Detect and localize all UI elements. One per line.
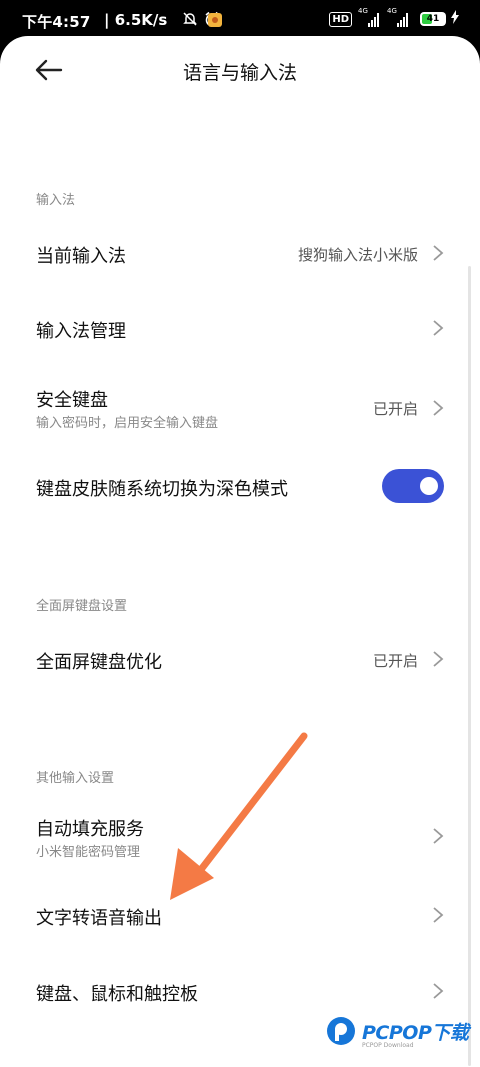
section-label-input-method: 输入法 [36, 193, 76, 208]
signal-sim2-icon: 4G [387, 7, 408, 27]
section-label-other: 其他输入设置 [36, 771, 115, 786]
dark-skin-row: 键盘皮肤随系统切换为深色模式 [0, 448, 480, 524]
chevron-right-icon [433, 907, 444, 923]
autofill-subtitle: 小米智能密码管理 [36, 845, 141, 860]
status-time: 下午4:57 [22, 13, 91, 31]
fullscreen-optimize-label: 全面屏键盘优化 [36, 652, 162, 673]
chevron-right-icon [433, 983, 444, 999]
input-method-manage-row[interactable]: 输入法管理 [0, 292, 480, 366]
input-method-manage-label: 输入法管理 [36, 321, 126, 342]
sim2-label: 4G [387, 7, 397, 15]
fullscreen-optimize-row[interactable]: 全面屏键盘优化 已开启 [0, 622, 480, 696]
autofill-label: 自动填充服务 [36, 819, 144, 840]
secure-keyboard-value: 已开启 [372, 400, 418, 418]
scrollbar[interactable] [468, 266, 471, 1066]
tts-output-label: 文字转语音输出 [36, 908, 162, 929]
chevron-right-icon [433, 320, 444, 336]
hd-badge: HD [329, 11, 352, 27]
current-input-method-row[interactable]: 当前输入法 搜狗输入法小米版 [0, 216, 480, 290]
chevron-right-icon [433, 828, 444, 844]
secure-keyboard-row[interactable]: 安全键盘 输入密码时，启用安全输入键盘 已开启 [0, 368, 480, 444]
toggle-knob [420, 477, 438, 495]
status-right-group: HD 4G 4G 41 [329, 7, 460, 28]
signal-sim1-icon: 4G [358, 7, 379, 27]
chevron-right-icon [433, 245, 444, 261]
secure-keyboard-subtitle: 输入密码时，启用安全输入键盘 [36, 416, 219, 431]
section-label-fullscreen: 全面屏键盘设置 [36, 599, 128, 614]
keyboard-mouse-touchpad-label: 键盘、鼠标和触控板 [36, 984, 198, 1005]
pcpop-logo-icon [327, 1017, 355, 1045]
autofill-row[interactable]: 自动填充服务 小米智能密码管理 [0, 796, 480, 876]
mute-icon [182, 11, 198, 31]
watermark-brand: PCPOP下载 [362, 1021, 469, 1044]
app-badge-icon [207, 13, 222, 32]
dark-skin-toggle[interactable] [382, 469, 444, 503]
fullscreen-optimize-value: 已开启 [372, 652, 418, 670]
chevron-right-icon [433, 400, 444, 416]
watermark: PCPOP下载 PCPOP Download [326, 1016, 469, 1049]
settings-screen: 语言与输入法 输入法 当前输入法 搜狗输入法小米版 输入法管理 安全键盘 输入密… [0, 36, 480, 1067]
battery-level: 41 [426, 14, 440, 24]
sim1-label: 4G [358, 7, 368, 15]
dark-skin-label: 键盘皮肤随系统切换为深色模式 [36, 479, 288, 500]
battery-icon: 41 [420, 12, 446, 26]
charging-icon [450, 10, 460, 28]
current-input-method-label: 当前输入法 [36, 246, 126, 267]
chevron-right-icon [433, 651, 444, 667]
secure-keyboard-label: 安全键盘 [36, 390, 108, 411]
watermark-subtext: PCPOP Download [362, 1042, 414, 1049]
tts-output-row[interactable]: 文字转语音输出 [0, 878, 480, 952]
page-title: 语言与输入法 [182, 62, 297, 84]
current-input-method-value: 搜狗输入法小米版 [297, 246, 418, 264]
network-speed: | 6.5K/s [104, 11, 168, 29]
